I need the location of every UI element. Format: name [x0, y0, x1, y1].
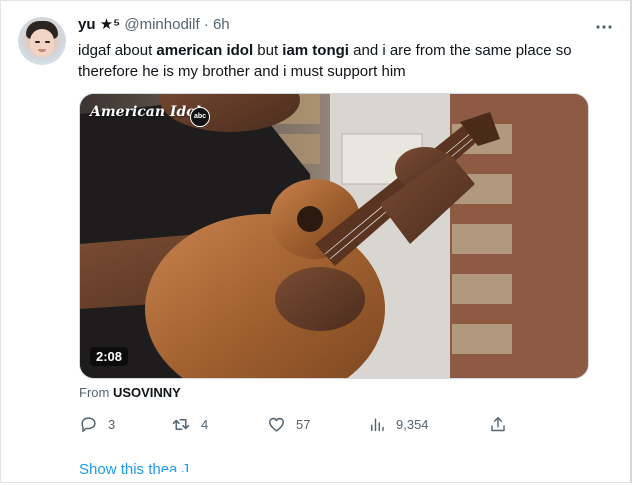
- reply-count: 3: [108, 416, 116, 432]
- retweet-button[interactable]: 4: [171, 413, 208, 435]
- avatar[interactable]: [18, 17, 66, 65]
- views-count: 9,354: [396, 416, 429, 432]
- header-separator: ·: [203, 16, 209, 33]
- tweet-text-part: idgaf about: [78, 42, 157, 59]
- attribution-prefix: From: [79, 385, 113, 400]
- share-button[interactable]: [489, 413, 517, 435]
- tweet-text-part: but: [253, 42, 283, 59]
- heart-icon: [267, 415, 296, 434]
- tweet-header: yu ★⁵ @minhodilf · 6h: [78, 15, 230, 35]
- share-icon: [489, 415, 517, 434]
- tweet-actions: 3 4 57 9,354: [79, 413, 519, 435]
- views-button[interactable]: 9,354: [368, 413, 429, 435]
- video-duration: 2:08: [90, 347, 129, 366]
- retweet-count: 4: [201, 416, 209, 432]
- more-horizontal-icon[interactable]: [596, 19, 612, 29]
- tweet-text-bold: iam tongi: [282, 42, 349, 59]
- video-player[interactable]: American Idol abc 2:08: [79, 93, 589, 379]
- avatar-eye: [45, 41, 50, 43]
- tweet-timestamp[interactable]: 6h: [213, 16, 230, 33]
- video-frame: [80, 94, 588, 378]
- views-bar-chart-icon: [368, 415, 396, 434]
- author-display-name[interactable]: yu: [78, 16, 96, 33]
- tweet-card[interactable]: yu ★⁵ @minhodilf · 6h idgaf about americ…: [0, 0, 632, 483]
- avatar-eye: [35, 41, 40, 43]
- author-handle[interactable]: @minhodilf: [124, 16, 199, 33]
- american-idol-logo: American Idol: [90, 104, 201, 120]
- show-thread-clipped: ea J: [160, 461, 190, 472]
- avatar-face: [30, 29, 54, 57]
- media-attribution: From USOVINNY: [79, 385, 181, 401]
- reply-icon: [79, 415, 108, 434]
- retweet-icon: [171, 415, 201, 434]
- show-thread-label: Show this th: [79, 461, 161, 478]
- abc-network-badge: abc: [190, 107, 210, 127]
- tweet-text: idgaf about american idol but iam tongi …: [78, 40, 618, 82]
- show-thread-link[interactable]: Show this thea J: [79, 461, 189, 478]
- like-button[interactable]: 57: [267, 413, 310, 435]
- author-badge: ★⁵: [99, 16, 121, 33]
- reply-button[interactable]: 3: [79, 413, 115, 435]
- attribution-source-link[interactable]: USOVINNY: [113, 385, 181, 400]
- tweet-text-bold: american idol: [156, 42, 254, 59]
- like-count: 57: [296, 416, 311, 432]
